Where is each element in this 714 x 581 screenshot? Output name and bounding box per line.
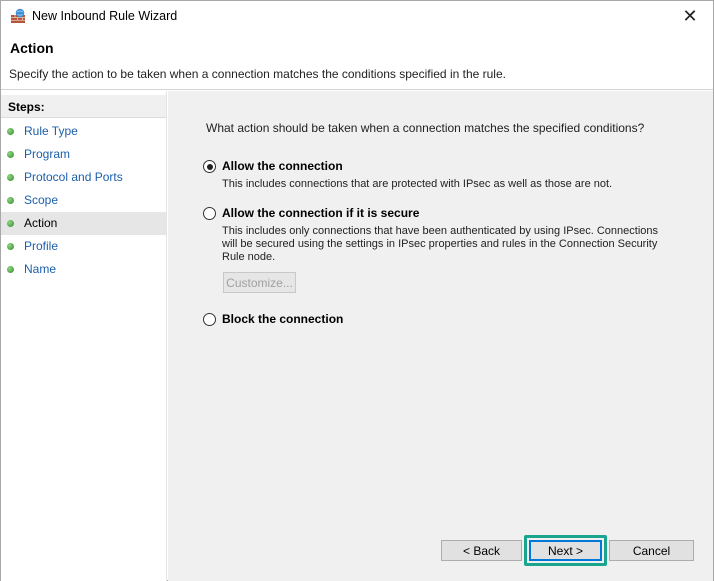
step-name[interactable]: Name xyxy=(1,258,166,281)
option-allow-note: This includes connections that are prote… xyxy=(222,178,613,190)
next-button-highlight xyxy=(524,535,607,566)
step-label: Rule Type xyxy=(24,124,78,138)
page-description: Specify the action to be taken when a co… xyxy=(9,67,506,81)
back-button[interactable]: < Back xyxy=(441,540,522,561)
option-block-label[interactable]: Block the connection xyxy=(222,312,343,326)
step-profile[interactable]: Profile xyxy=(1,235,166,258)
green-dot-icon xyxy=(7,128,14,135)
step-action[interactable]: Action xyxy=(1,212,166,235)
radio-allow[interactable] xyxy=(203,160,216,173)
option-allow-label[interactable]: Allow the connection xyxy=(222,159,343,173)
radio-block[interactable] xyxy=(203,313,216,326)
step-rule-type[interactable]: Rule Type xyxy=(1,120,166,143)
wizard-header: Action Specify the action to be taken wh… xyxy=(1,32,713,90)
action-question: What action should be taken when a conne… xyxy=(206,121,645,135)
green-dot-icon xyxy=(7,266,14,273)
option-allow-secure-label[interactable]: Allow the connection if it is secure xyxy=(222,206,419,220)
step-label: Profile xyxy=(24,239,59,253)
step-program[interactable]: Program xyxy=(1,143,166,166)
wizard-window: New Inbound Rule Wizard ✕ Action Specify… xyxy=(0,0,714,581)
radio-allow-secure[interactable] xyxy=(203,207,216,220)
content-pane: What action should be taken when a conne… xyxy=(168,91,713,581)
step-label: Name xyxy=(24,262,57,276)
steps-sidebar: Steps: Rule Type Program Protocol and Po… xyxy=(1,91,167,581)
page-title: Action xyxy=(10,40,54,56)
green-dot-icon xyxy=(7,220,14,227)
window-title: New Inbound Rule Wizard xyxy=(32,9,178,23)
green-dot-icon xyxy=(7,243,14,250)
step-scope[interactable]: Scope xyxy=(1,189,166,212)
green-dot-icon xyxy=(7,197,14,204)
steps-list: Rule Type Program Protocol and Ports Sco… xyxy=(1,120,166,281)
customize-button[interactable]: Customize... xyxy=(223,272,296,293)
step-protocol-and-ports[interactable]: Protocol and Ports xyxy=(1,166,166,189)
cancel-button[interactable]: Cancel xyxy=(609,540,694,561)
close-icon[interactable]: ✕ xyxy=(667,1,713,32)
title-bar: New Inbound Rule Wizard ✕ xyxy=(1,1,713,32)
steps-title: Steps: xyxy=(1,95,166,118)
green-dot-icon xyxy=(7,151,14,158)
firewall-icon xyxy=(11,8,25,23)
option-allow-secure-note: This includes only connections that have… xyxy=(222,225,658,263)
step-label: Action xyxy=(24,216,58,230)
step-label: Program xyxy=(24,147,71,161)
step-label: Scope xyxy=(24,193,59,207)
green-dot-icon xyxy=(7,174,14,181)
step-label: Protocol and Ports xyxy=(24,170,123,184)
